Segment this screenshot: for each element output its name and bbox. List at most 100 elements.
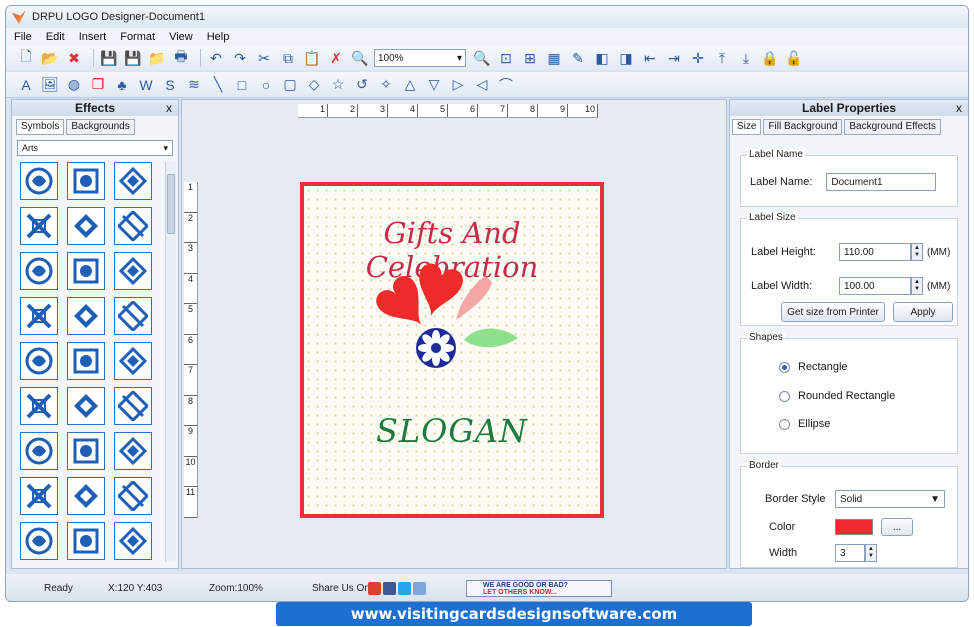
symbol-item[interactable] [114,477,152,515]
menu-file[interactable]: File [14,31,32,43]
line-tool-icon[interactable]: ╲ [208,75,228,95]
border-width-input[interactable]: 3 [835,544,865,562]
zoom-select[interactable]: 100% ▾ [374,49,466,67]
diamond-tool-icon[interactable]: ◇ [304,75,324,95]
menu-format[interactable]: Format [120,31,155,43]
lock-icon[interactable]: 🔒 [760,48,780,68]
bring-forward-icon[interactable]: ◧ [592,48,612,68]
scrollbar-thumb[interactable] [167,174,175,234]
align-top-icon[interactable]: ⤒ [712,48,732,68]
arc-tool-icon[interactable]: ↺ [352,75,372,95]
symbol-item[interactable] [114,207,152,245]
align-bottom-icon[interactable]: ⤓ [736,48,756,68]
wordart-icon[interactable]: W [136,75,156,95]
symbol-item[interactable] [67,252,105,290]
symbol-item[interactable] [67,297,105,335]
color-picker-button[interactable]: ... [881,518,913,536]
symbol-item[interactable] [67,387,105,425]
watermark-icon[interactable]: ≋ [184,75,204,95]
symbol-item[interactable] [114,342,152,380]
card-slogan-text[interactable]: SLOGAN [304,412,600,450]
label-width-input[interactable]: 100.00 [839,277,911,295]
rounded-rectangle-tool-icon[interactable]: ▢ [280,75,300,95]
tab-symbols[interactable]: Symbols [16,119,65,135]
symbol-item[interactable] [67,207,105,245]
send-backward-icon[interactable]: ◨ [616,48,636,68]
symbol-icon[interactable]: ♣ [112,75,132,95]
curve-tool-icon[interactable]: ⌒ [496,75,516,95]
copy-icon[interactable]: ⧉ [278,48,298,68]
unlock-icon[interactable]: 🔓 [784,48,804,68]
border-style-select[interactable]: Solid ▼ [835,490,945,508]
share-icon[interactable] [413,582,426,595]
symbol-item[interactable] [67,162,105,200]
delete-icon[interactable]: ✗ [326,48,346,68]
label-height-input[interactable]: 110.00 [839,243,911,261]
menu-edit[interactable]: Edit [46,31,65,43]
symbol-item[interactable] [67,432,105,470]
symbol-item[interactable] [114,432,152,470]
symbol-item[interactable] [20,432,58,470]
ellipse-radio[interactable] [779,418,790,430]
layers-icon[interactable]: ❐ [88,75,108,95]
undo-icon[interactable]: ↶ [206,48,226,68]
image-tool-icon[interactable]: 🖼 [40,75,60,95]
symbol-item[interactable] [114,162,152,200]
symbol-item[interactable] [114,522,152,560]
symbol-item[interactable] [67,342,105,380]
menu-view[interactable]: View [169,31,193,43]
symbol-item[interactable] [67,522,105,560]
signature-icon[interactable]: S [160,75,180,95]
cut-icon[interactable]: ✂ [254,48,274,68]
close-document-icon[interactable]: ✖ [64,48,84,68]
save-as-icon[interactable]: 💾 [123,48,143,68]
actual-size-icon[interactable]: ⊡ [496,48,516,68]
label-width-stepper[interactable]: ▲ ▼ [911,277,923,295]
symbol-item[interactable] [20,342,58,380]
new-document-icon[interactable]: 🗋 [16,48,36,68]
rounded-rectangle-radio[interactable] [779,390,790,402]
fit-to-window-icon[interactable]: ⊞ [520,48,540,68]
open-folder-icon[interactable]: 📂 [40,48,60,68]
symbol-item[interactable] [20,162,58,200]
star4-tool-icon[interactable]: ✧ [376,75,396,95]
border-width-stepper[interactable]: ▲ ▼ [865,544,877,562]
category-select[interactable]: Arts ▾ [17,140,173,156]
triangle-down-tool-icon[interactable]: ▽ [424,75,444,95]
symbol-item[interactable] [20,477,58,515]
triangle-tool-icon[interactable]: △ [400,75,420,95]
align-right-icon[interactable]: ⇥ [664,48,684,68]
tab-size[interactable]: Size [732,119,762,135]
symbol-item[interactable] [67,477,105,515]
edit-properties-icon[interactable]: ✎ [568,48,588,68]
feedback-button[interactable]: WE ARE GOOD OR BAD? LET OTHERS KNOW... [466,580,612,597]
ellipse-tool-icon[interactable]: ○ [256,75,276,95]
tab-fill-background[interactable]: Fill Background [763,119,843,135]
symbol-item[interactable] [114,297,152,335]
symbol-item[interactable] [20,522,58,560]
redo-icon[interactable]: ↷ [230,48,250,68]
rectangle-radio[interactable] [779,361,790,373]
close-icon[interactable]: x [956,101,962,115]
facebook-icon[interactable] [383,582,396,595]
apply-button[interactable]: Apply [893,302,953,322]
symbol-item[interactable] [20,387,58,425]
zoom-out-icon[interactable]: 🔍 [472,48,492,68]
align-center-icon[interactable]: ✛ [688,48,708,68]
symbol-item[interactable] [20,207,58,245]
get-size-from-printer-button[interactable]: Get size from Printer [781,302,885,322]
zoom-in-icon[interactable]: 🔍 [350,48,370,68]
tab-backgrounds[interactable]: Backgrounds [66,119,135,135]
symbols-scrollbar[interactable] [165,162,176,562]
symbol-item[interactable] [114,387,152,425]
label-name-input[interactable]: Document1 [826,173,937,191]
star-tool-icon[interactable]: ☆ [328,75,348,95]
menu-insert[interactable]: Insert [79,31,107,43]
paste-icon[interactable]: 📋 [302,48,322,68]
border-color-swatch[interactable] [835,519,873,535]
google-plus-icon[interactable] [368,582,381,595]
print-icon[interactable]: 🖶 [171,48,191,68]
label-canvas[interactable]: Gifts And Celebration SLOGAN [300,182,604,518]
rectangle-tool-icon[interactable]: □ [232,75,252,95]
tab-background-effects[interactable]: Background Effects [844,119,941,135]
